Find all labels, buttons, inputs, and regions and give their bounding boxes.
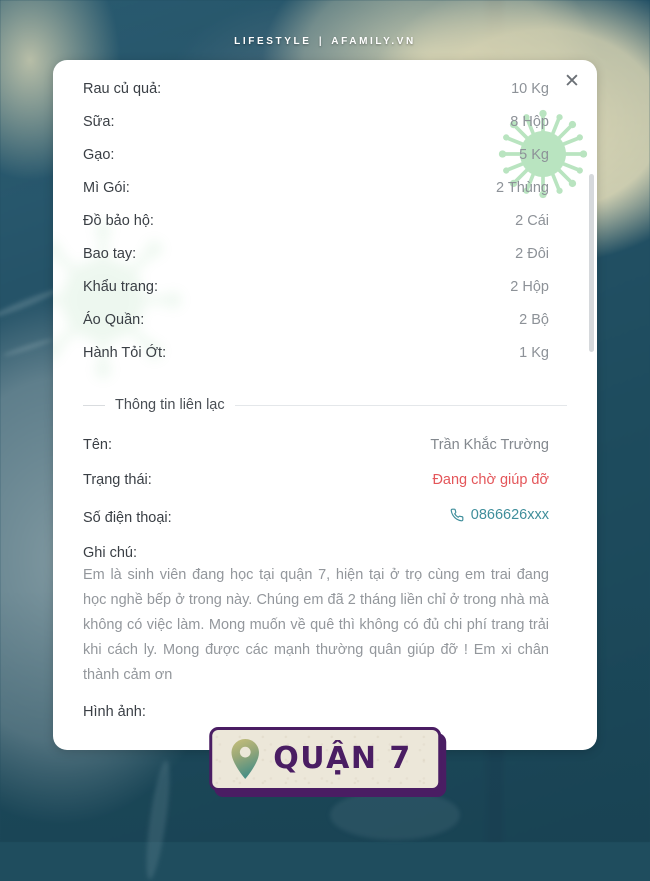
divider-line: [234, 404, 567, 406]
supply-label: Hành Tỏi Ớt:: [83, 344, 167, 361]
supply-value: 2 Thùng: [496, 179, 549, 196]
supply-row: Áo Quần: 2 Bộ: [83, 303, 567, 336]
supply-value: 2 Hộp: [510, 278, 549, 295]
supply-row: Mì Gói: 2 Thùng: [83, 171, 567, 204]
supplies-list: Rau củ quả: 10 Kg Sữa: 8 Hộp Gạo: 5 Kg M…: [83, 72, 567, 369]
location-pin-icon: [231, 739, 259, 779]
status-badge: Đang chờ giúp đỡ: [432, 471, 549, 488]
request-detail-card: ✕ Rau củ quả: 10 Kg Sữa: 8 Hộp Gạo: 5 Kg…: [53, 60, 597, 750]
supply-row: Hành Tỏi Ớt: 1 Kg: [83, 336, 567, 369]
supply-value: 10 Kg: [511, 80, 549, 97]
contact-row-status: Trạng thái: Đang chờ giúp đỡ: [83, 462, 567, 497]
name-value: Trần Khắc Trường: [430, 436, 549, 453]
scrollbar-thumb[interactable]: [589, 174, 594, 352]
supply-value: 2 Đôi: [515, 245, 549, 262]
phone-link[interactable]: 0866626xxx: [450, 507, 567, 523]
background-streak: [330, 790, 460, 840]
supply-row: Đồ bảo hộ: 2 Cái: [83, 204, 567, 237]
supply-value: 8 Hộp: [510, 113, 549, 130]
contact-row-phone: Số điện thoại: 0866626xxx: [83, 497, 567, 535]
supply-value: 1 Kg: [519, 344, 549, 361]
contact-section-header: Thông tin liên lạc: [83, 397, 567, 413]
supply-label: Khẩu trang:: [83, 278, 158, 295]
status-label: Trạng thái:: [83, 471, 152, 488]
supply-label: Gạo:: [83, 146, 115, 163]
supply-label: Rau củ quả:: [83, 80, 162, 97]
phone-icon: [450, 508, 464, 521]
supply-row: Gạo: 5 Kg: [83, 138, 567, 171]
contact-info: Tên: Trần Khắc Trường Trạng thái: Đang c…: [83, 427, 567, 535]
phone-number: 0866626xxx: [470, 506, 549, 523]
masthead-category: LIFESTYLE: [234, 36, 312, 47]
district-label: QUẬN 7: [273, 741, 412, 776]
supply-row: Sữa: 8 Hộp: [83, 105, 567, 138]
supply-label: Mì Gói:: [83, 179, 130, 196]
card-scrollbar[interactable]: [589, 74, 594, 736]
supply-value: 5 Kg: [519, 146, 549, 163]
phone-label: Số điện thoại:: [83, 509, 172, 526]
supply-value: 2 Bộ: [519, 311, 549, 328]
masthead-separator: |: [318, 36, 325, 47]
section-title: Thông tin liên lạc: [115, 397, 225, 413]
divider-dash: [83, 404, 105, 406]
supply-row: Rau củ quả: 10 Kg: [83, 72, 567, 105]
masthead-site: AFAMILY.VN: [331, 36, 416, 47]
masthead: LIFESTYLE | AFAMILY.VN: [0, 36, 650, 47]
contact-row-name: Tên: Trần Khắc Trường: [83, 427, 567, 462]
supply-row: Khẩu trang: 2 Hộp: [83, 270, 567, 303]
note-label: Ghi chú:: [83, 544, 137, 561]
close-icon[interactable]: ✕: [561, 71, 583, 93]
image-label: Hình ảnh:: [83, 703, 146, 720]
supply-row: Bao tay: 2 Đôi: [83, 237, 567, 270]
supply-value: 2 Cái: [515, 212, 549, 229]
supply-label: Sữa:: [83, 113, 115, 130]
supply-label: Áo Quần:: [83, 311, 145, 328]
district-badge: QUẬN 7: [209, 727, 441, 791]
supply-label: Đồ bảo hộ:: [83, 212, 154, 229]
name-label: Tên:: [83, 436, 113, 453]
note-text: Em là sinh viên đang học tại quận 7, hiệ…: [83, 566, 549, 683]
supply-label: Bao tay:: [83, 245, 137, 262]
